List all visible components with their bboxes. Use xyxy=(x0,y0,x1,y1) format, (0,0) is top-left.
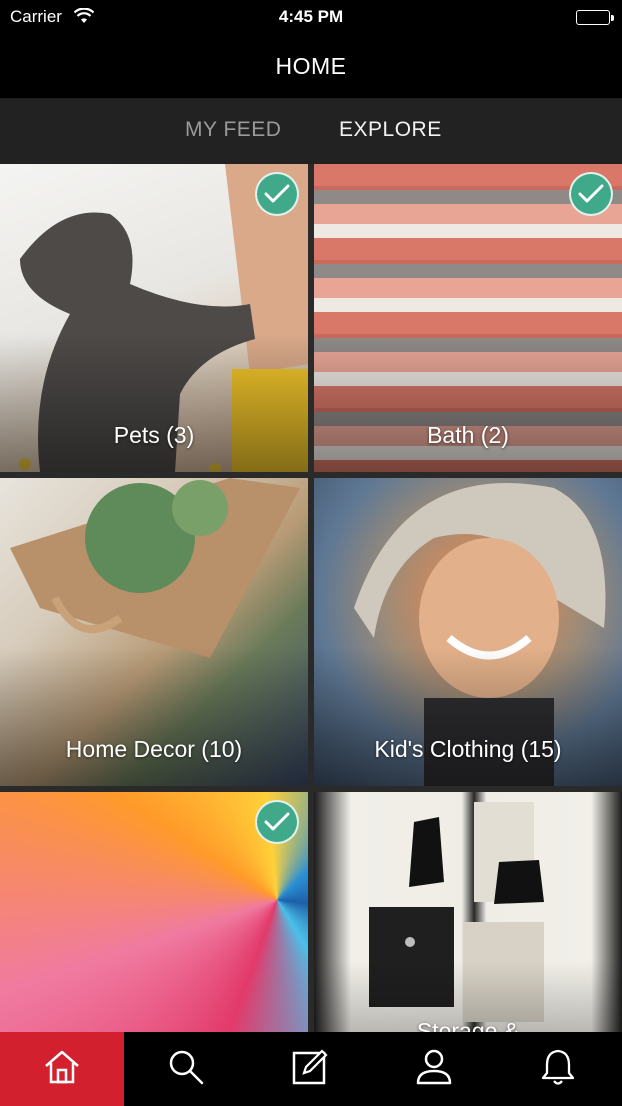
bottom-tab-profile[interactable] xyxy=(372,1032,496,1106)
category-grid: Pets (3) Bath (2) Home Decor (10) Kid's … xyxy=(0,164,622,1032)
category-label: Home Decor (10) xyxy=(65,736,243,762)
bottom-tab-bar xyxy=(0,1032,622,1106)
bottom-tab-notifications[interactable] xyxy=(496,1032,620,1106)
category-tile-storage[interactable]: Storage & xyxy=(314,792,622,1032)
feed-tab-bar: MY FEED EXPLORE xyxy=(0,98,622,164)
home-icon xyxy=(42,1048,82,1091)
category-tile-bath[interactable]: Bath (2) xyxy=(314,164,622,472)
bottom-tab-search[interactable] xyxy=(124,1032,248,1106)
tile-shade xyxy=(314,333,622,472)
battery-tip xyxy=(611,15,614,21)
selected-check-icon xyxy=(255,172,299,216)
tile-shade xyxy=(314,647,622,786)
compose-icon xyxy=(290,1047,330,1092)
bottom-tab-home[interactable] xyxy=(0,1032,124,1106)
category-label: Kid's Clothing (15) xyxy=(374,736,562,762)
battery-icon xyxy=(576,10,610,25)
bell-icon xyxy=(538,1047,578,1092)
bottom-tab-compose[interactable] xyxy=(248,1032,372,1106)
profile-icon xyxy=(414,1047,454,1092)
status-bar: Carrier 4:45 PM xyxy=(0,0,622,34)
search-icon xyxy=(166,1047,206,1092)
category-label: Pets (3) xyxy=(113,422,195,448)
page-title: HOME xyxy=(275,52,347,79)
selected-check-icon xyxy=(255,800,299,844)
nav-bar: HOME xyxy=(0,34,622,98)
category-label: Bath (2) xyxy=(427,422,509,448)
status-time: 4:45 PM xyxy=(278,7,344,26)
category-label: Storage & xyxy=(416,1018,520,1032)
category-tile-home-decor[interactable]: Home Decor (10) xyxy=(0,478,308,786)
tile-shade xyxy=(0,647,308,786)
tab-my-feed[interactable]: MY FEED xyxy=(185,118,281,142)
tab-explore[interactable]: EXPLORE xyxy=(339,118,442,142)
selected-check-icon xyxy=(569,172,613,216)
tile-shade xyxy=(0,333,308,472)
category-tile-pets[interactable]: Pets (3) xyxy=(0,164,308,472)
category-tile-kids-clothing[interactable]: Kid's Clothing (15) xyxy=(314,478,622,786)
category-tile-pencils[interactable] xyxy=(0,792,308,1032)
